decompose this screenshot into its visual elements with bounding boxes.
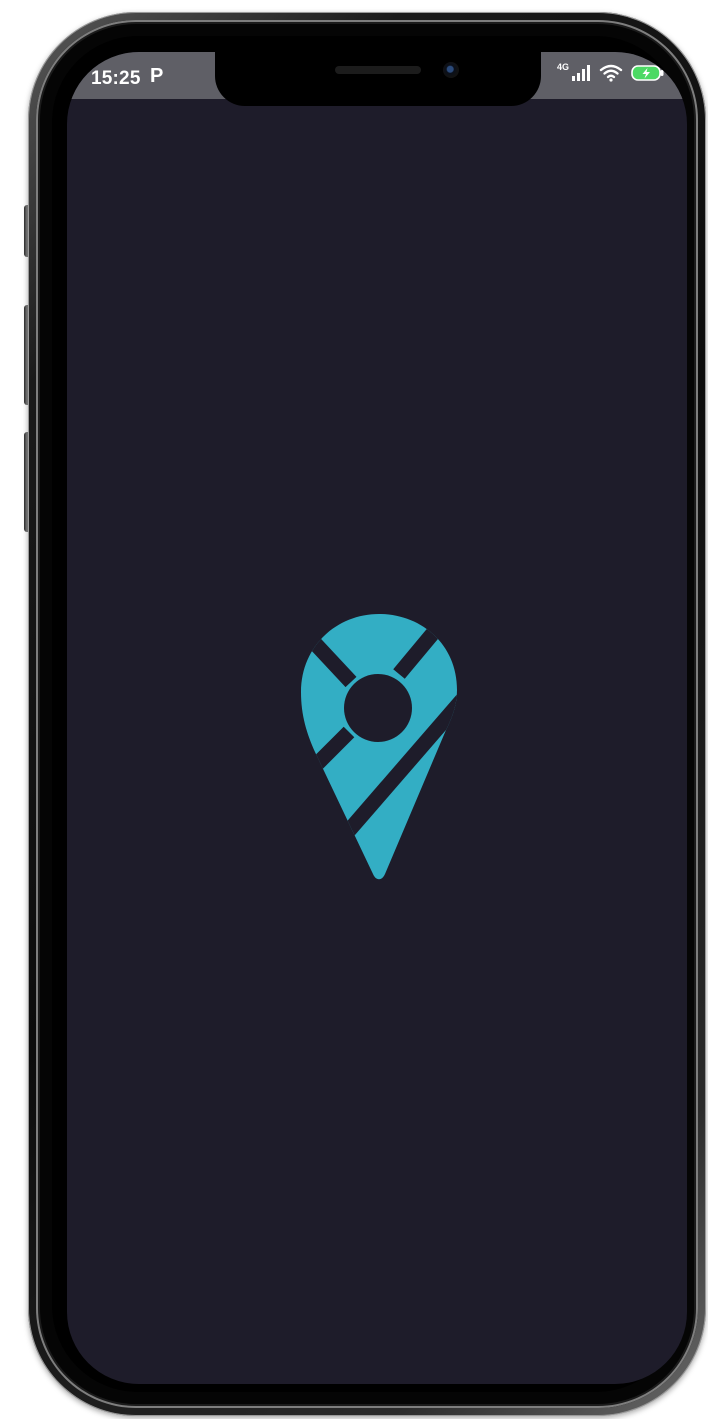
earpiece-speaker bbox=[335, 66, 421, 74]
status-time: 15:25 bbox=[91, 68, 141, 89]
parking-notification-icon: P bbox=[150, 65, 164, 87]
front-camera bbox=[443, 62, 459, 78]
battery-charging-icon bbox=[631, 65, 664, 81]
signal-icon bbox=[572, 65, 590, 81]
device-mockup: 15:25 P 4G bbox=[0, 0, 708, 1419]
location-pin-logo-icon bbox=[301, 614, 457, 880]
status-icons: 4G bbox=[556, 61, 665, 82]
network-type-label: 4G bbox=[556, 61, 569, 72]
notch bbox=[215, 52, 541, 106]
wifi-icon bbox=[599, 64, 623, 82]
